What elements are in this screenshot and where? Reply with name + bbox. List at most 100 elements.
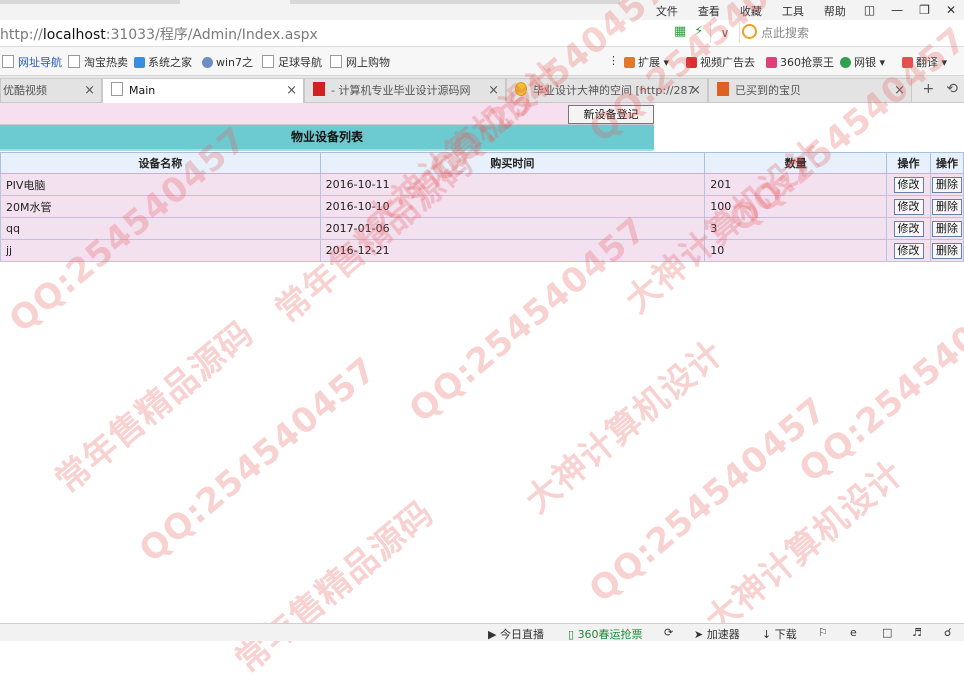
download-icon: ↓ [762,628,772,641]
url-prefix: http:// [0,27,43,43]
cell-qty: 3 [704,217,888,240]
delete-button[interactable]: 删除 [932,176,962,193]
delete-button[interactable]: 删除 [932,220,962,237]
close-icon[interactable]: × [286,79,297,102]
cell-delete: 删除 [930,217,964,240]
tab-main[interactable]: Main × [102,78,304,103]
edit-button[interactable]: 修改 [893,242,924,259]
tab-bar: 优酷视频 × Main × - 计算机专业毕业设计源码网 × 毕业设计大神的空间 [h… [0,76,964,103]
page-title: 物业设备列表 [0,125,654,151]
search-input[interactable]: 点此搜索 [742,24,809,41]
cell-date: 2017-01-06 [319,217,706,240]
cell-edit: 修改 [886,173,931,196]
column-header-date: 购买时间 [319,152,706,174]
video-ad-button[interactable]: 视频广告去 [686,54,755,70]
edit-button[interactable]: 修改 [893,220,924,237]
bird-icon [202,57,213,68]
bookmark-label: 足球导航 [278,56,322,69]
close-icon[interactable]: ✕ [938,3,964,19]
ticket-label: 360抢票王 [780,56,834,69]
bookmark-label: win7之 [216,56,254,69]
cell-delete: 删除 [930,195,964,218]
address-icons: ▦ ⚡ [674,24,703,39]
cell-qty: 201 [704,173,888,196]
menu-item-view[interactable]: 查看 [688,3,730,19]
cell-date: 2016-10-10 [319,195,706,218]
page-icon [111,82,123,96]
translate-button[interactable]: 翻译 ▾ [902,54,947,70]
close-icon[interactable]: × [690,79,701,102]
restore-tab-icon[interactable]: ⟲ [946,81,958,97]
edit-button[interactable]: 修改 [893,176,924,193]
windows-icon [134,57,145,68]
tab-youku[interactable]: 优酷视频 × [0,78,102,102]
new-device-button[interactable]: 新设备登记 [568,105,654,124]
menu-item-file[interactable]: 文件 [646,3,688,19]
cell-qty: 100 [704,195,888,218]
window-icon[interactable]: □ [882,626,892,639]
cell-delete: 删除 [930,173,964,196]
extensions-label: 扩展 [638,56,660,69]
close-icon[interactable]: × [488,79,499,102]
flag-icon[interactable]: ⚐ [818,626,828,639]
page-icon [68,55,80,68]
cell-edit: 修改 [886,239,931,262]
menu-item-tools[interactable]: 工具 [772,3,814,19]
table-row: qq 2017-01-06 3 修改 删除 [0,217,964,240]
taobao-icon [717,82,729,96]
tab-source-site[interactable]: - 计算机专业毕业设计源码网 × [304,78,506,102]
bookmark-football[interactable]: 足球导航 [262,54,322,70]
bookmark-label: 网上购物 [346,56,390,69]
menu-item-favorites[interactable]: 收藏 [730,3,772,19]
ie-icon[interactable]: e [850,626,857,639]
url-field[interactable]: http://localhost:31033/程序/Admin/Index.as… [0,24,318,44]
window-edge [0,0,180,4]
cell-date: 2016-10-11 [319,173,706,196]
bank-button[interactable]: 网银 ▾ [840,54,885,70]
tab-space[interactable]: 毕业设计大神的空间 [http://287 × [506,78,708,102]
delete-button[interactable]: 删除 [932,198,962,215]
video-ad-label: 视频广告去 [700,56,755,69]
window-edge [290,0,620,4]
cell-name: PIV电脑 [0,173,321,196]
new-tab-icon[interactable]: + [923,81,935,97]
page-icon [330,55,342,68]
bookmark-taobao[interactable]: 淘宝热卖 [68,54,128,70]
lightning-icon[interactable]: ⚡ [694,24,703,39]
bookmark-label: 系统之家 [148,56,192,69]
bookmark-nav[interactable]: 网址导航 [2,54,62,70]
bookmark-system-home[interactable]: 系统之家 [134,54,192,70]
shirt-icon[interactable]: ◫ [856,3,883,19]
zoom-icon[interactable]: ☌ [944,626,951,639]
tab-purchased[interactable]: 已买到的宝贝 × [708,78,912,102]
table-row: jj 2016-12-21 10 修改 删除 [0,239,964,262]
more-icon[interactable]: ⋮ [608,54,619,67]
restore-icon[interactable]: ❐ [911,3,938,19]
column-header-delete: 操作 [930,152,964,174]
bank-icon [840,57,851,68]
ticket-button[interactable]: 360抢票王 [766,54,834,70]
bookmark-bar: 网址导航 淘宝热卖 系统之家 win7之 足球导航 网上购物 ⋮ 扩展 ▾ 视频… [0,47,964,76]
qr-code-icon[interactable]: ▦ [674,24,686,39]
live-label: 今日直播 [499,628,544,641]
tab-label: 已买到的宝贝 [735,84,801,97]
close-icon[interactable]: × [894,79,905,102]
minimize-icon[interactable]: — [883,3,911,19]
page-icon [2,55,14,68]
menu-item-help[interactable]: 帮助 [814,3,856,19]
url-host: localhost [42,27,106,43]
extensions-button[interactable]: 扩展 ▾ [624,54,669,70]
bookmark-shopping[interactable]: 网上购物 [330,54,390,70]
tab-label: 毕业设计大神的空间 [http://287 [533,84,695,97]
refresh-icon[interactable]: ⟳ [664,626,673,639]
speaker-icon[interactable]: ♬ [912,626,922,639]
toolbar-strip [0,103,654,125]
edit-button[interactable]: 修改 [893,198,924,215]
device-table: 设备名称 购买时间 数量 操作 操作 PIV电脑 2016-10-11 201 … [0,152,964,262]
delete-button[interactable]: 删除 [932,242,962,259]
menu-bar: 文件 查看 收藏 工具 帮助 ◫ — ❐ ✕ [646,3,964,19]
chevron-down-icon[interactable]: ∨ [710,23,740,43]
bookmark-win7[interactable]: win7之 [202,54,253,70]
translate-label: 翻译 [916,56,938,69]
close-icon[interactable]: × [84,79,95,102]
